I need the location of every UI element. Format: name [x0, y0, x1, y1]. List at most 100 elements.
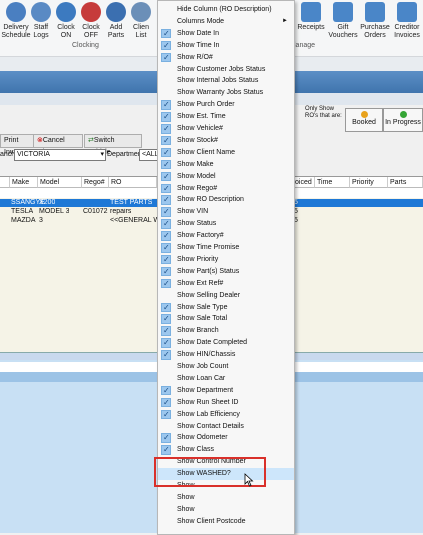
menu-item-label: Show Sale Total [177, 315, 228, 323]
menu-item-1[interactable]: Columns Mode ► [158, 16, 294, 28]
menu-item-22[interactable]: Show Part(s) Status [158, 266, 294, 278]
menu-item-label: Show Run Sheet ID [177, 398, 239, 406]
gear-add-icon [106, 2, 126, 22]
menu-item-37[interactable]: Show Class [158, 444, 294, 456]
menu-item-9[interactable]: Show Est. Time [158, 111, 294, 123]
menu-item-label: Show Priority [177, 255, 219, 263]
clock-on-icon [56, 2, 76, 22]
menu-item-label: Show Branch [177, 327, 219, 335]
booked-filter-button[interactable]: Booked [345, 108, 383, 132]
menu-item-21[interactable]: Show Priority [158, 254, 294, 266]
menu-item-31[interactable]: Show Loan Car [158, 373, 294, 385]
ribbon-button-label: Clock OFF [82, 24, 100, 39]
menu-item-26[interactable]: Show Sale Total [158, 313, 294, 325]
menu-item-17[interactable]: Show VIN [158, 206, 294, 218]
print-invoice-button[interactable]: Print Inv... [0, 134, 34, 156]
grid-header-priority[interactable]: Priority [350, 177, 388, 188]
menu-item-13[interactable]: Show Make [158, 159, 294, 171]
checkmark-icon [161, 111, 171, 122]
menu-item-label: Show HIN/Chassis [177, 351, 236, 359]
in-progress-filter-button[interactable]: In Progress [383, 108, 423, 132]
ribbon-right-button-1[interactable]: Gift Vouchers [326, 2, 360, 46]
booked-dot-icon [360, 111, 368, 118]
menu-item-label: Show Time In [177, 41, 220, 49]
checkmark-icon [161, 206, 171, 218]
menu-item-27[interactable]: Show Branch [158, 325, 294, 337]
menu-item-23[interactable]: Show Ext Ref# [158, 278, 294, 290]
checkmark-icon [161, 266, 171, 277]
menu-item-label: Show Odometer [177, 434, 228, 442]
menu-item-4[interactable]: Show R/O# [158, 52, 294, 64]
grid-header-parts-status[interactable]: Parts Status [388, 177, 423, 197]
menu-item-12[interactable]: Show Client Name [158, 147, 294, 159]
menu-item-25[interactable]: Show Sale Type [158, 302, 294, 314]
submenu-arrow-icon: ► [282, 17, 288, 24]
menu-item-35[interactable]: Show Contact Details [158, 421, 294, 433]
menu-item-label: Show [177, 493, 195, 501]
menu-item-label: Show VIN [177, 208, 209, 216]
menu-item-8[interactable]: Show Purch Order [158, 99, 294, 111]
menu-item-7[interactable]: Show Warranty Jobs Status [158, 87, 294, 99]
in-progress-dot-icon [399, 111, 407, 118]
menu-item-label: Show Selling Dealer [177, 291, 241, 299]
menu-item-label: Show Time Promise [177, 244, 240, 251]
menu-item-5[interactable]: Show Customer Jobs Status [158, 64, 294, 76]
menu-item-label: Show Ext Ref# [177, 279, 224, 287]
menu-item-36[interactable]: Show Odometer [158, 432, 294, 444]
menu-item-24[interactable]: Show Selling Dealer [158, 290, 294, 302]
menu-item-30[interactable]: Show Job Count [158, 361, 294, 373]
menu-item-18[interactable]: Show Status [158, 218, 294, 230]
menu-item-34[interactable]: Show Lab Efficiency [158, 409, 294, 421]
menu-item-label: Show Status [177, 220, 217, 228]
menu-item-3[interactable]: Show Time In [158, 40, 294, 52]
menu-item-label: Show Contact Details [177, 422, 244, 430]
menu-item-label: Show Department [177, 386, 234, 394]
menu-item-10[interactable]: Show Vehicle# [158, 123, 294, 135]
status-filter: Only Show RO's that are: Booked In Progr… [300, 104, 423, 132]
client-list-icon [131, 2, 151, 22]
cell-make: TESLA [11, 208, 34, 215]
grid-header-ro-description[interactable]: RO Description [109, 177, 157, 197]
menu-item-41[interactable]: Show [158, 492, 294, 504]
ribbon-button-5[interactable]: Clien List [124, 2, 158, 46]
menu-item-33[interactable]: Show Run Sheet ID [158, 397, 294, 409]
menu-item-label: Hide Column (RO Description) [177, 6, 272, 13]
cancel-ro-button[interactable]: ⊗Cancel R/O [33, 134, 83, 156]
clock-off-icon [81, 2, 101, 22]
menu-item-label: Show Est. Time [177, 113, 226, 121]
menu-item-29[interactable]: Show HIN/Chassis [158, 349, 294, 361]
grid-header-time[interactable]: Time [315, 177, 350, 188]
cell-model: X200 [39, 199, 56, 206]
menu-item-11[interactable]: Show Stock# [158, 135, 294, 147]
ribbon-right-button-label: Purchase Orders [360, 24, 390, 39]
menu-item-19[interactable]: Show Factory# [158, 230, 294, 242]
menu-item-42[interactable]: Show [158, 504, 294, 516]
menu-item-28[interactable]: Show Date Completed [158, 337, 294, 349]
grid-header-model[interactable]: Model [38, 177, 82, 188]
grid-header-invoiced[interactable]: oiced [293, 177, 315, 188]
menu-item-14[interactable]: Show Model [158, 171, 294, 183]
grid-header-rego[interactable]: Rego# [82, 177, 109, 188]
menu-item-32[interactable]: Show Department [158, 385, 294, 397]
creditor-invoices-icon [397, 2, 417, 22]
ribbon-right-button-3[interactable]: Creditor Invoices [390, 2, 423, 46]
switch-vehicle-button[interactable]: ⇄Switch Vehicle [84, 134, 142, 156]
menu-item-0[interactable]: Hide Column (RO Description) [158, 4, 294, 16]
menu-item-15[interactable]: Show Rego# [158, 183, 294, 195]
ribbon-right-button-label: Gift Vouchers [328, 24, 358, 39]
branch-select[interactable]: VICTORIA ▾ [14, 149, 106, 161]
receipts-icon [301, 2, 321, 22]
ribbon-right-button-0[interactable]: Receipts [294, 2, 328, 46]
menu-item-20[interactable]: Show Time Promise [158, 242, 294, 254]
grid-header-make[interactable]: Make [10, 177, 38, 188]
purchase-orders-icon [365, 2, 385, 22]
ribbon-right-button-2[interactable]: Purchase Orders [358, 2, 392, 46]
checkmark-icon [161, 218, 171, 230]
menu-item-43[interactable]: Show Client Postcode [158, 516, 294, 528]
group-label-manage: lanage [294, 42, 316, 49]
checkmark-icon [161, 313, 171, 325]
menu-item-2[interactable]: Show Date In [158, 28, 294, 40]
menu-item-6[interactable]: Show Internal Jobs Status [158, 75, 294, 87]
menu-item-16[interactable]: Show RO Description [158, 194, 294, 206]
menu-item-label: Show [177, 505, 195, 513]
